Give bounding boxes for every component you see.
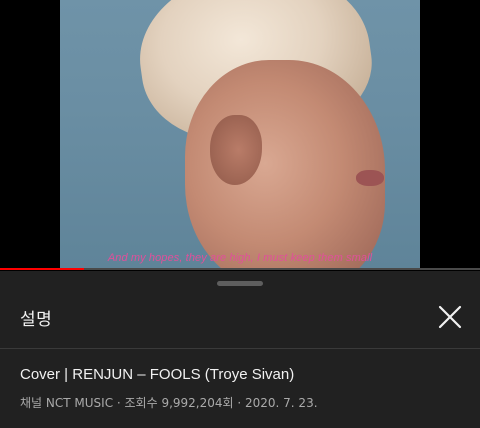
- sheet-drag-handle[interactable]: [217, 281, 263, 286]
- progress-fill: [0, 268, 84, 270]
- close-icon: [438, 305, 462, 329]
- video-frame[interactable]: [60, 0, 420, 268]
- progress-bar[interactable]: [0, 268, 480, 270]
- sheet-title: 설명: [20, 310, 53, 330]
- video-meta: 채널 NCT MUSIC · 조회수 9,992,204회 · 2020. 7.…: [20, 396, 318, 410]
- video-subtitle: And my hopes, they are high, I must keep…: [107, 252, 373, 264]
- video-player[interactable]: And my hopes, they are high, I must keep…: [0, 0, 480, 270]
- video-figure-lips: [356, 170, 384, 186]
- video-title: Cover | RENJUN – FOOLS (Troye Sivan): [20, 366, 295, 383]
- description-sheet: 설명 Cover | RENJUN – FOOLS (Troye Sivan) …: [0, 271, 480, 428]
- divider: [0, 348, 480, 349]
- close-button[interactable]: [432, 299, 468, 335]
